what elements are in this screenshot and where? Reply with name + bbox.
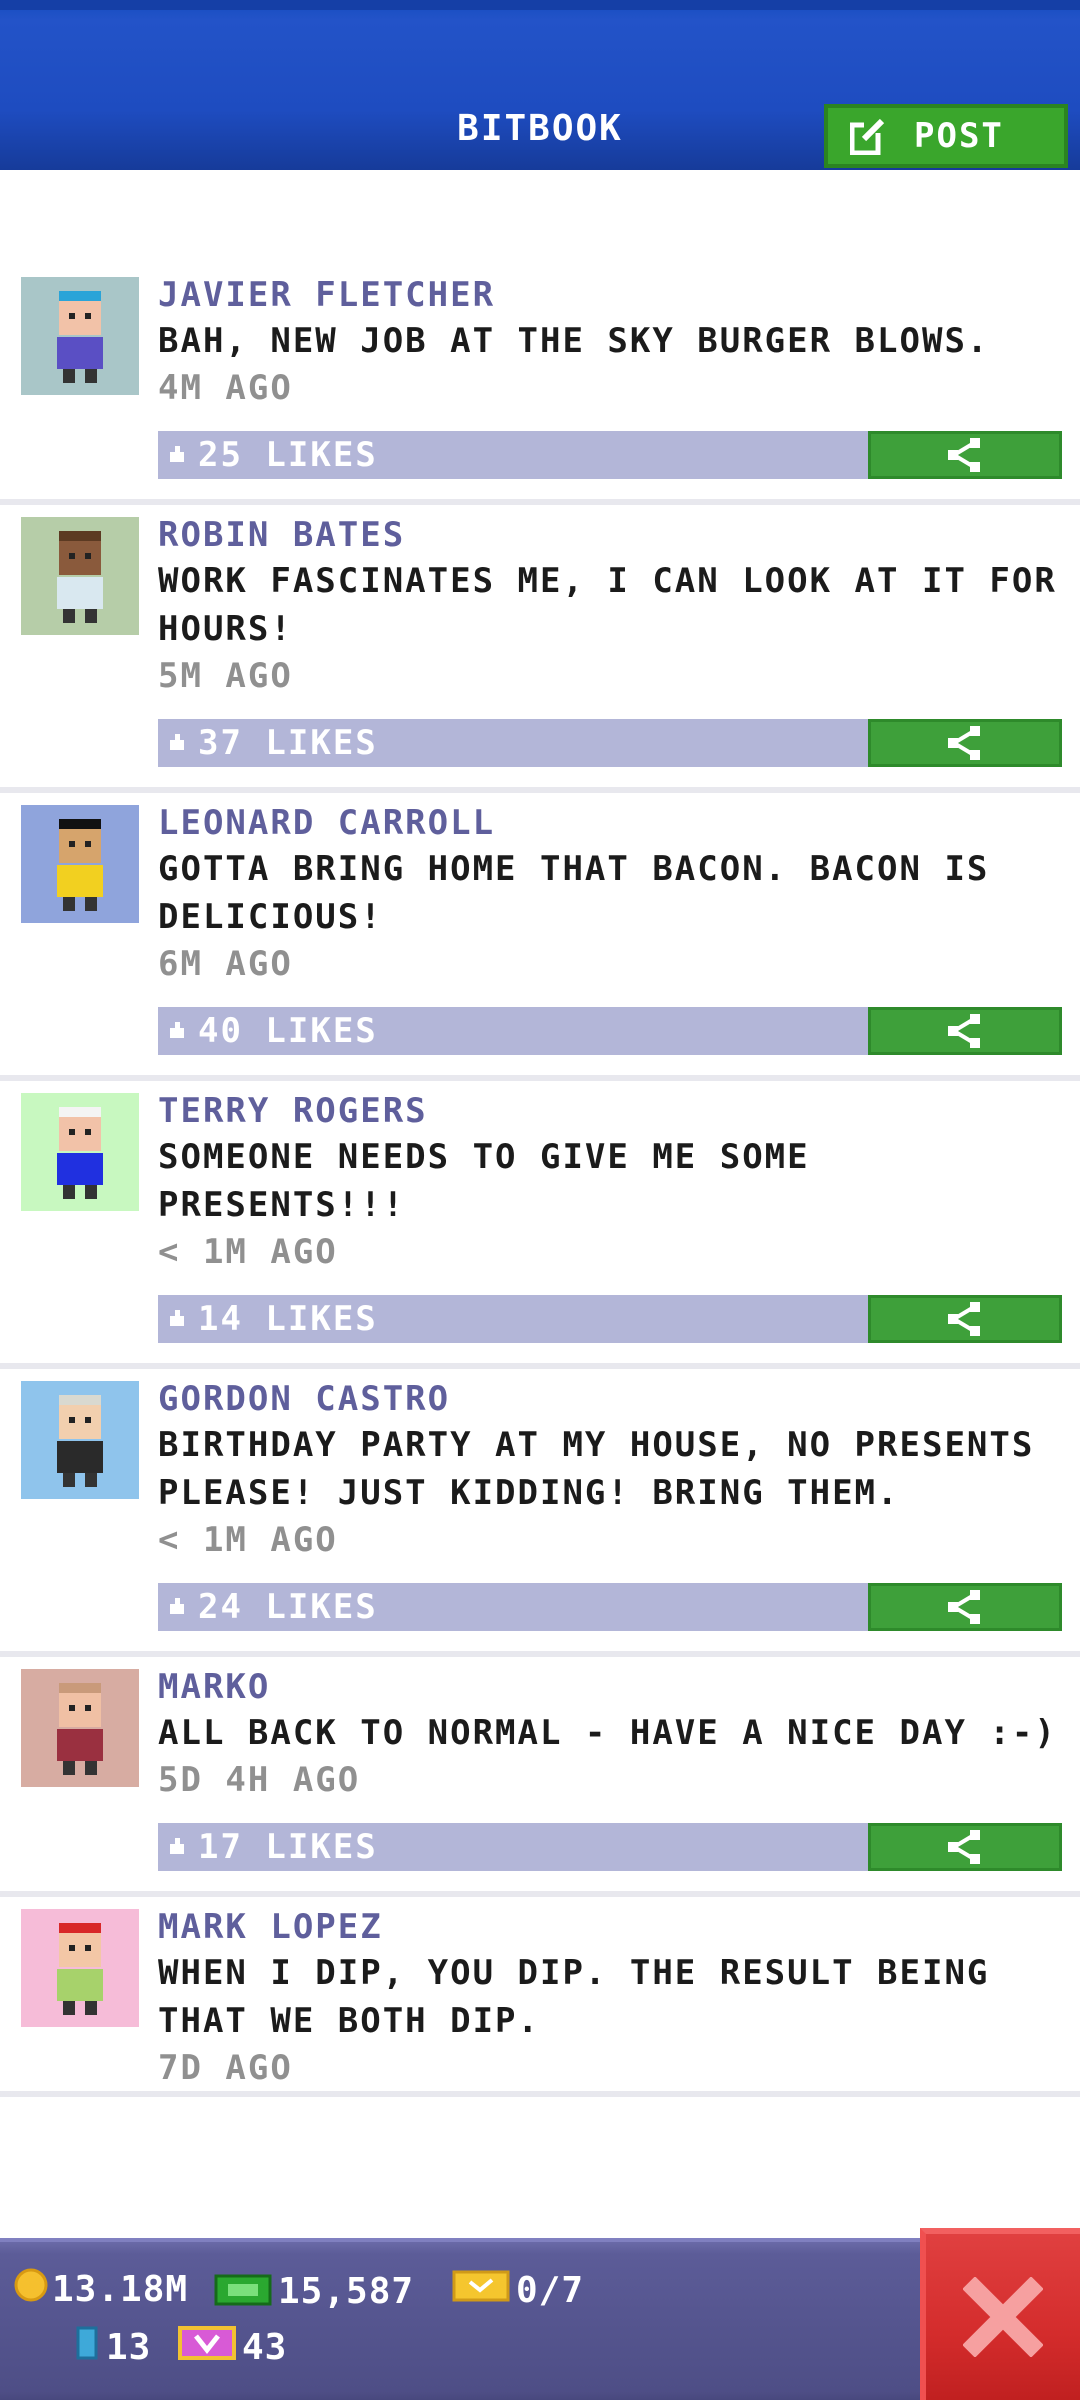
thumbs-up-icon (166, 1596, 188, 1618)
avatar[interactable] (21, 1909, 139, 2027)
tickets-value: 0/7 (516, 2270, 585, 2311)
like-bar[interactable]: 37 LIKES (158, 719, 1062, 767)
avatar[interactable] (21, 517, 139, 635)
post-time: 6M AGO (158, 944, 293, 984)
post-text: BAH, NEW JOB AT THE SKY BURGER BLOWS. (158, 321, 990, 361)
like-count: 24 LIKES (198, 1587, 378, 1627)
share-icon (948, 726, 980, 760)
author-name: MARKO (158, 1667, 271, 1707)
like-bar[interactable]: 14 LIKES (158, 1295, 1062, 1343)
thumbs-up-icon (166, 1836, 188, 1858)
bux-value: 43 (242, 2327, 288, 2368)
author-name: TERRY ROGERS (158, 1091, 428, 1131)
post-time: < 1M AGO (158, 1520, 338, 1560)
thumbs-up-icon (166, 1020, 188, 1042)
gem-icon (72, 2324, 102, 2371)
ticket-icon (452, 2268, 512, 2313)
like-bar[interactable]: 25 LIKES (158, 431, 1062, 479)
post-item: MARKO ALL BACK TO NORMAL - HAVE A NICE DA… (0, 1657, 1080, 1897)
avatar[interactable] (21, 1669, 139, 1787)
header-bar: BITBOOK POST (0, 0, 1080, 170)
bux-stat: 43 (178, 2324, 287, 2371)
author-name: MARK LOPEZ (158, 1907, 383, 1947)
like-bar[interactable]: 40 LIKES (158, 1007, 1062, 1055)
close-icon (963, 2277, 1043, 2357)
post-button-label: POST (914, 116, 1004, 156)
like-bar[interactable]: 17 LIKES (158, 1823, 1062, 1871)
post-time: < 1M AGO (158, 1232, 338, 1272)
post-text: WORK FASCINATES ME, I CAN LOOK AT IT FOR… (158, 561, 1057, 649)
avatar[interactable] (21, 1093, 139, 1211)
gems-stat: 13 (72, 2324, 151, 2371)
author-name: GORDON CASTRO (158, 1379, 451, 1419)
post-time: 7D AGO (158, 2048, 293, 2088)
avatar[interactable] (21, 277, 139, 395)
bux-icon (178, 2324, 238, 2371)
like-count: 17 LIKES (198, 1827, 378, 1867)
post-text: SOMEONE NEEDS TO GIVE ME SOME PRESENTS!!… (158, 1137, 810, 1225)
like-count: 37 LIKES (198, 723, 378, 763)
post-text: BIRTHDAY PARTY AT MY HOUSE, NO PRESENTS … (158, 1425, 1035, 1513)
share-icon (948, 438, 980, 472)
post-text: WHEN I DIP, YOU DIP. THE RESULT BEING TH… (158, 1953, 990, 2041)
share-button[interactable] (868, 1583, 1062, 1631)
coin-icon (14, 2268, 48, 2311)
share-icon (948, 1014, 980, 1048)
post-item: GORDON CASTRO BIRTHDAY PARTY AT MY HOUSE,… (0, 1369, 1080, 1657)
post-item: LEONARD CARROLL GOTTA BRING HOME THAT BAC… (0, 793, 1080, 1081)
post-time: 5D 4H AGO (158, 1760, 361, 1800)
currency-bar: 13.18M 15,587 0/7 13 43 (0, 2238, 1080, 2400)
share-button[interactable] (868, 1007, 1062, 1055)
share-icon (948, 1302, 980, 1336)
post-button[interactable]: POST (824, 104, 1068, 168)
compose-icon (849, 117, 888, 156)
post-time: 4M AGO (158, 368, 293, 408)
share-button[interactable] (868, 431, 1062, 479)
post-item: ROBIN BATES WORK FASCINATES ME, I CAN LOO… (0, 505, 1080, 793)
thumbs-up-icon (166, 732, 188, 754)
close-button[interactable] (920, 2228, 1080, 2400)
post-item: TERRY ROGERS SOMEONE NEEDS TO GIVE ME SOM… (0, 1081, 1080, 1369)
coins-value: 13.18M (52, 2269, 189, 2310)
post-item: MARK LOPEZ WHEN I DIP, YOU DIP. THE RESUL… (0, 1897, 1080, 2097)
post-text: GOTTA BRING HOME THAT BACON. BACON IS DE… (158, 849, 990, 937)
thumbs-up-icon (166, 444, 188, 466)
post-text: ALL BACK TO NORMAL - HAVE A NICE DAY :-) (158, 1713, 1057, 1753)
like-bar[interactable]: 24 LIKES (158, 1583, 1062, 1631)
author-name: ROBIN BATES (158, 515, 406, 555)
like-count: 40 LIKES (198, 1011, 378, 1051)
share-icon (948, 1590, 980, 1624)
like-count: 14 LIKES (198, 1299, 378, 1339)
cash-icon (214, 2268, 274, 2315)
share-button[interactable] (868, 1295, 1062, 1343)
post-time: 5M AGO (158, 656, 293, 696)
share-button[interactable] (868, 719, 1062, 767)
avatar[interactable] (21, 805, 139, 923)
share-button[interactable] (868, 1823, 1062, 1871)
like-count: 25 LIKES (198, 435, 378, 475)
coins-stat: 13.18M (14, 2268, 188, 2311)
gems-value: 13 (106, 2327, 152, 2368)
tickets-stat: 0/7 (452, 2268, 584, 2313)
cash-value: 15,587 (278, 2271, 415, 2312)
cash-stat: 15,587 (214, 2268, 414, 2315)
post-item: JAVIER FLETCHER BAH, NEW JOB AT THE SKY B… (0, 265, 1080, 505)
author-name: JAVIER FLETCHER (158, 275, 496, 315)
feed-list: JAVIER FLETCHER BAH, NEW JOB AT THE SKY B… (0, 265, 1080, 2097)
author-name: LEONARD CARROLL (158, 803, 496, 843)
thumbs-up-icon (166, 1308, 188, 1330)
share-icon (948, 1830, 980, 1864)
avatar[interactable] (21, 1381, 139, 1499)
